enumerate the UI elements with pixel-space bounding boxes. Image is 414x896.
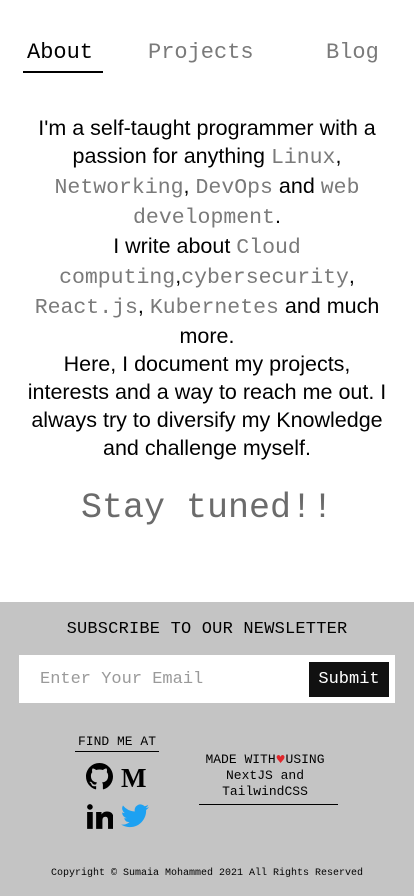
about-bio: I'm a self-taught programmer with a pass… xyxy=(24,114,390,462)
bio-punct: . xyxy=(274,204,281,228)
twitter-icon[interactable] xyxy=(121,804,149,833)
made-with-line-2: NextJS and xyxy=(225,768,304,783)
bio-punct: , xyxy=(137,294,144,318)
newsletter-form: Submit xyxy=(19,655,395,703)
made-with-text: MADE WITH♥USING NextJS and TailwindCSS xyxy=(195,752,335,800)
heart-icon: ♥ xyxy=(275,753,286,766)
tag-kubernetes: Kubernetes xyxy=(149,296,279,320)
github-icon[interactable] xyxy=(86,763,113,795)
bio-punct: , xyxy=(335,144,342,168)
copyright-text: Copyright © Sumaia Mohammed 2021 All Rig… xyxy=(50,868,364,879)
svg-text:M: M xyxy=(121,763,146,790)
bio-text: and xyxy=(272,174,321,198)
tab-projects[interactable]: Projects xyxy=(148,40,254,65)
tab-blog[interactable]: Blog xyxy=(326,40,379,65)
find-me-label: FIND ME AT xyxy=(75,734,159,752)
tag-reactjs: React.js xyxy=(34,296,138,320)
made-with-suffix: USING xyxy=(285,752,325,767)
top-nav: About Projects Blog xyxy=(0,40,414,74)
linkedin-icon[interactable] xyxy=(86,803,114,835)
bio-paragraph-1: I'm a self-taught programmer with a pass… xyxy=(24,114,390,232)
footer: SUBSCRIBE TO OUR NEWSLETTER Submit FIND … xyxy=(0,602,414,896)
bio-punct: , xyxy=(348,264,355,288)
newsletter-title: SUBSCRIBE TO OUR NEWSLETTER xyxy=(66,620,348,639)
bio-punct: , xyxy=(183,174,190,198)
tag-cybersecurity: cybersecurity xyxy=(181,266,349,290)
divider xyxy=(199,804,338,805)
made-with-line-3: TailwindCSS xyxy=(222,784,308,799)
tag-linux: Linux xyxy=(270,146,336,170)
active-tab-indicator xyxy=(23,71,103,73)
tab-about[interactable]: About xyxy=(27,40,93,65)
bio-text: I write about xyxy=(113,234,237,258)
medium-icon[interactable]: M xyxy=(120,763,148,795)
submit-button[interactable]: Submit xyxy=(309,662,389,697)
tag-devops: DevOps xyxy=(195,176,273,200)
stay-tuned-heading: Stay tuned!! xyxy=(80,488,334,528)
tag-networking: Networking xyxy=(54,176,184,200)
bio-paragraph-3: Here, I document my projects, interests … xyxy=(27,352,387,460)
bio-paragraph-2: I write about Cloud computing,cybersecur… xyxy=(24,232,390,350)
made-with-prefix: MADE WITH xyxy=(205,752,276,767)
email-input[interactable] xyxy=(19,655,304,703)
